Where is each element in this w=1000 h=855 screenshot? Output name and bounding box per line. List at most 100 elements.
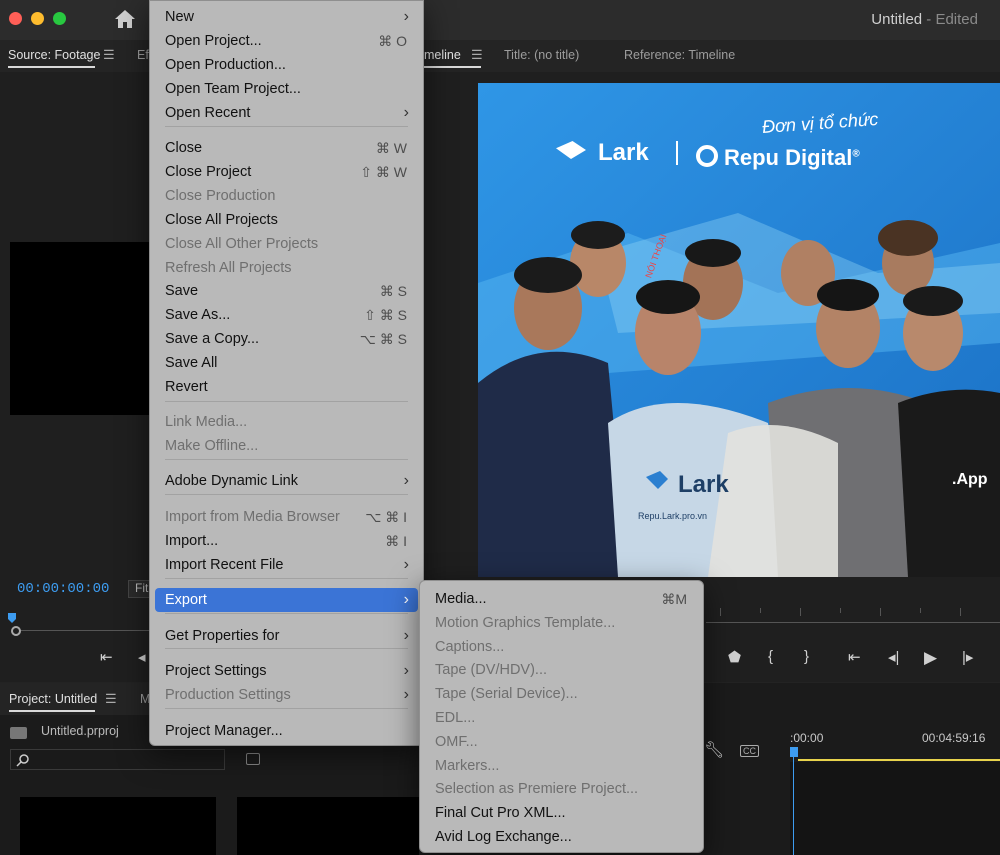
menu-item-label: Save — [165, 283, 199, 299]
work-area-bar[interactable] — [798, 759, 1000, 761]
menu-item-adobe-dynamic-link[interactable]: Adobe Dynamic Link › — [150, 469, 423, 493]
menu-item-new[interactable]: New › — [150, 5, 423, 29]
step-back-icon[interactable]: ◂ — [138, 648, 146, 666]
menu-item-label: Production Settings — [165, 687, 291, 703]
source-panel-menu-icon[interactable]: ☰ — [103, 47, 115, 63]
repu-digital-logo: Repu Digital® — [724, 145, 860, 171]
menu-item-label: Refresh All Projects — [165, 260, 292, 276]
media-thumbnail[interactable] — [237, 797, 419, 855]
tab-effects[interactable]: Ef — [137, 48, 149, 62]
menu-item-close-production[interactable]: Close Production — [150, 184, 423, 208]
menu-separator — [165, 578, 408, 579]
go-to-in-icon[interactable]: ⇤ — [100, 648, 113, 666]
menu-item-label: Close All Projects — [165, 212, 278, 228]
home-icon[interactable] — [114, 9, 136, 29]
tab-project[interactable]: Project: Untitled — [9, 692, 97, 706]
menu-item-refresh-all-projects[interactable]: Refresh All Projects — [150, 256, 423, 280]
export-item-tape-dv-hdv[interactable]: Tape (DV/HDV)... — [420, 658, 703, 682]
shirt-url: Repu.Lark.pro.vn — [638, 511, 708, 521]
export-item-omf[interactable]: OMF... — [420, 730, 703, 754]
mark-out-icon[interactable]: } — [804, 648, 809, 665]
export-item-media[interactable]: Media... ⌘M — [420, 587, 703, 611]
menu-item-label: Save As... — [165, 307, 231, 323]
add-marker-icon[interactable]: ⬟ — [728, 648, 741, 666]
wrench-icon[interactable]: 🔧︎ — [704, 740, 724, 760]
zoom-fit-dropdown[interactable]: Fit — [128, 580, 150, 598]
tab-reference[interactable]: Reference: Timeline — [624, 48, 735, 62]
menu-item-open-production[interactable]: Open Production... — [150, 53, 423, 77]
tab-title[interactable]: Title: (no title) — [504, 48, 579, 62]
menu-item-link-media[interactable]: Link Media... — [150, 410, 423, 434]
menu-item-close-project[interactable]: Close Project ⇧ ⌘ W — [150, 160, 423, 184]
export-item-edl[interactable]: EDL... — [420, 706, 703, 730]
menu-separator — [165, 126, 408, 127]
timeline-tracks[interactable] — [790, 762, 1000, 855]
media-thumbnail[interactable] — [20, 797, 216, 855]
menu-item-revert[interactable]: Revert — [150, 375, 423, 399]
export-item-captions[interactable]: Captions... — [420, 635, 703, 659]
menu-item-label: Markers... — [435, 757, 500, 774]
source-scrub-bar[interactable] — [0, 605, 150, 645]
program-ruler-tick — [800, 608, 801, 616]
menu-item-open-team-project[interactable]: Open Team Project... — [150, 77, 423, 101]
minimize-window-button[interactable] — [31, 12, 44, 25]
menu-item-label: Media... — [435, 591, 487, 607]
menu-item-label: Get Properties for — [165, 628, 280, 644]
captions-icon[interactable]: CC — [740, 745, 759, 757]
menu-item-project-manager[interactable]: Project Manager... — [150, 719, 423, 743]
export-item-selection-as-premiere-project[interactable]: Selection as Premiere Project... — [420, 777, 703, 801]
export-item-markers[interactable]: Markers... — [420, 754, 703, 778]
menu-item-label: Open Project... — [165, 33, 262, 49]
program-ruler-tick — [960, 608, 961, 616]
menu-item-close-all-other-projects[interactable]: Close All Other Projects — [150, 232, 423, 256]
menu-item-save-a-copy[interactable]: Save a Copy... ⌥ ⌘ S — [150, 327, 423, 351]
menu-item-open-recent[interactable]: Open Recent › — [150, 101, 423, 125]
new-search-bin-icon[interactable] — [246, 753, 260, 765]
program-ruler-tick — [760, 608, 761, 613]
chevron-right-icon: › — [403, 8, 409, 25]
project-panel-menu-icon[interactable]: ☰ — [105, 691, 117, 707]
zoom-window-button[interactable] — [53, 12, 66, 25]
menu-item-open-project[interactable]: Open Project... ⌘ O — [150, 29, 423, 53]
source-zoom-handle[interactable] — [11, 626, 21, 636]
menu-item-import-from-media-browser[interactable]: Import from Media Browser ⌥ ⌘ I — [150, 505, 423, 529]
step-forward-icon[interactable]: |▸ — [962, 648, 973, 666]
menu-item-close[interactable]: Close ⌘ W — [150, 136, 423, 160]
menu-item-save-all[interactable]: Save All — [150, 351, 423, 375]
menu-item-export[interactable]: Export › — [155, 588, 418, 612]
mark-in-icon[interactable]: { — [768, 648, 773, 665]
step-back-icon[interactable]: ◂| — [888, 648, 899, 666]
menu-item-import-recent-file[interactable]: Import Recent File › — [150, 553, 423, 577]
go-to-in-icon[interactable]: ⇤ — [848, 648, 861, 666]
menu-item-label: Close All Other Projects — [165, 236, 319, 252]
menu-item-label: Import from Media Browser — [165, 509, 340, 525]
menu-item-production-settings[interactable]: Production Settings › — [150, 683, 423, 707]
menu-item-save[interactable]: Save ⌘ S — [150, 279, 423, 303]
project-search-input[interactable] — [10, 749, 225, 770]
menu-item-label: Close Project — [165, 164, 252, 180]
export-item-tape-serial-device[interactable]: Tape (Serial Device)... — [420, 682, 703, 706]
program-panel-menu-icon[interactable]: ☰ — [471, 47, 483, 63]
shirt-logo: Lark — [678, 471, 729, 498]
menu-item-make-offline[interactable]: Make Offline... — [150, 434, 423, 458]
source-playhead[interactable] — [8, 613, 16, 623]
export-item-motion-graphics-template[interactable]: Motion Graphics Template... — [420, 611, 703, 635]
export-item-avid-log-exchange[interactable]: Avid Log Exchange... — [420, 825, 703, 849]
chevron-right-icon: › — [403, 556, 409, 573]
menu-item-get-properties-for[interactable]: Get Properties for › — [150, 624, 423, 648]
program-scrub-line[interactable] — [706, 622, 1000, 623]
export-item-final-cut-pro-xml[interactable]: Final Cut Pro XML... — [420, 801, 703, 825]
play-icon[interactable]: ▶ — [924, 648, 937, 668]
close-window-button[interactable] — [9, 12, 22, 25]
menu-item-import[interactable]: Import... ⌘ I — [150, 529, 423, 553]
tab-source[interactable]: Source: Footage — [8, 48, 100, 62]
menu-item-label: Open Recent — [165, 105, 251, 121]
program-ruler-tick — [840, 608, 841, 613]
menu-item-close-all-projects[interactable]: Close All Projects — [150, 208, 423, 232]
menu-item-save-as[interactable]: Save As... ⇧ ⌘ S — [150, 303, 423, 327]
timeline-playhead[interactable] — [790, 747, 798, 757]
menu-item-label: EDL... — [435, 710, 476, 726]
menu-item-project-settings[interactable]: Project Settings › — [150, 659, 423, 683]
tab-program-timeline[interactable]: meline — [424, 48, 461, 62]
source-timecode[interactable]: 00:00:00:00 — [17, 581, 109, 597]
